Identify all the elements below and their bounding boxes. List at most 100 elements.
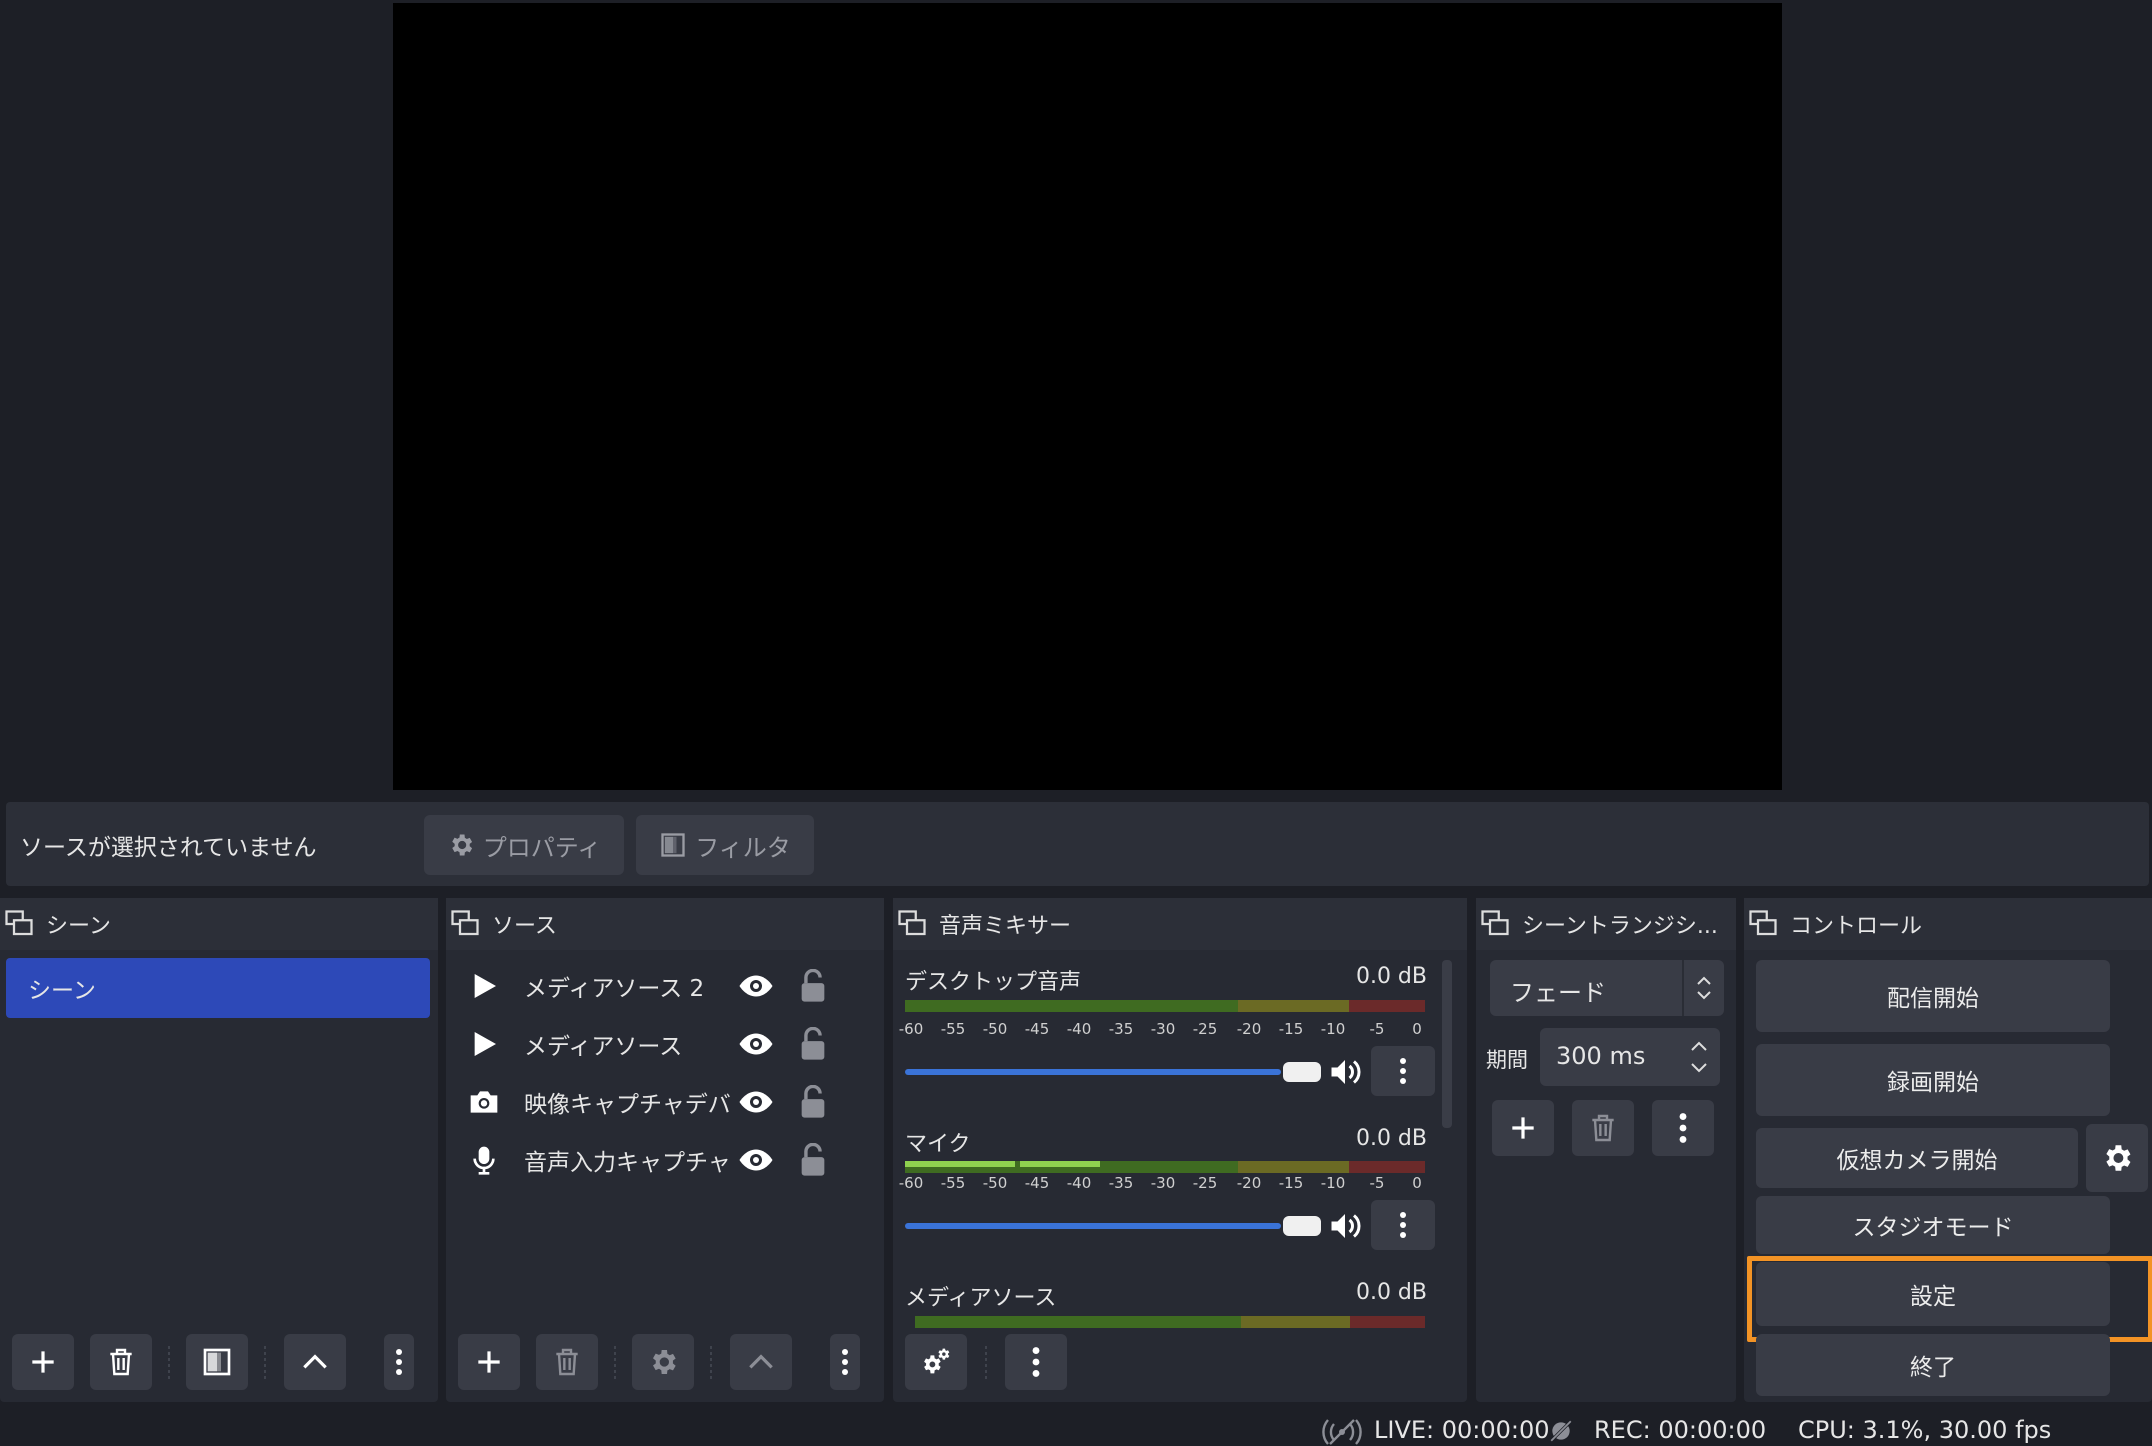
plus-icon <box>1512 1117 1534 1139</box>
scene-list-item[interactable]: シーン <box>6 958 430 1018</box>
scale-tick: -15 <box>1278 1020 1304 1038</box>
scene-transitions-dock-header[interactable]: シーントランジシ... <box>1476 898 1736 950</box>
start-streaming-button[interactable]: 配信開始 <box>1756 960 2110 1032</box>
dock-float-icon[interactable] <box>1748 909 1778 939</box>
spin-arrows-icon[interactable] <box>1688 1032 1710 1082</box>
scenes-dock-title: シーン <box>46 914 111 939</box>
unlock-icon[interactable] <box>798 1027 828 1061</box>
dock-float-icon[interactable] <box>450 909 480 939</box>
scale-tick: -20 <box>1236 1174 1262 1192</box>
scene-transitions-dock: シーントランジシ... フェード 期間 300 ms <box>1476 898 1736 1402</box>
transition-select[interactable]: フェード <box>1490 960 1724 1016</box>
scale-tick: -5 <box>1369 1174 1385 1192</box>
filters-button[interactable]: フィルタ <box>636 815 814 875</box>
controls-dock: コントロール 配信開始 録画開始 仮想カメラ開始 スタジオモード 設定 終了 <box>1744 898 2152 1402</box>
dock-float-icon[interactable] <box>897 909 927 939</box>
volume-meter <box>915 1316 1425 1328</box>
eye-icon[interactable] <box>738 968 774 1004</box>
sources-dock-header[interactable]: ソース <box>446 898 884 950</box>
controls-dock-header[interactable]: コントロール <box>1744 898 2152 950</box>
dock-float-icon[interactable] <box>1480 909 1510 939</box>
live-time: LIVE: 00:00:00 <box>1374 1416 1550 1444</box>
source-properties-button[interactable] <box>632 1334 694 1390</box>
dock-float-icon[interactable] <box>4 909 34 939</box>
add-scene-button[interactable] <box>12 1334 74 1390</box>
add-transition-button[interactable] <box>1492 1100 1554 1156</box>
remove-transition-button[interactable] <box>1572 1100 1634 1156</box>
mixer-channel-name: デスクトップ音声 <box>905 970 1082 995</box>
source-name: メディアソース 2 <box>524 976 705 1002</box>
chevron-updown-icon <box>1697 976 1711 1000</box>
volume-slider-handle[interactable] <box>1283 1062 1321 1082</box>
source-name: メディアソース <box>524 1034 683 1060</box>
duration-spinbox[interactable]: 300 ms <box>1540 1028 1720 1086</box>
settings-button[interactable]: 設定 <box>1756 1262 2110 1326</box>
remove-source-button[interactable] <box>536 1334 598 1390</box>
more-vertical-icon <box>1400 1058 1406 1084</box>
volume-slider[interactable] <box>905 1223 1281 1229</box>
status-bar: LIVE: 00:00:00 REC: 00:00:00 CPU: 3.1%, … <box>0 1406 2152 1446</box>
remove-scene-button[interactable] <box>90 1334 152 1390</box>
unlock-icon[interactable] <box>798 969 828 1003</box>
chevron-up-icon <box>749 1354 773 1369</box>
eye-icon[interactable] <box>738 1084 774 1120</box>
studio-mode-button[interactable]: スタジオモード <box>1756 1196 2110 1254</box>
unlock-icon[interactable] <box>798 1085 828 1119</box>
eye-icon[interactable] <box>738 1142 774 1178</box>
scale-tick: -25 <box>1192 1020 1218 1038</box>
advanced-audio-properties-button[interactable] <box>905 1334 967 1390</box>
exit-button[interactable]: 終了 <box>1756 1334 2110 1396</box>
start-virtual-camera-button[interactable]: 仮想カメラ開始 <box>1756 1128 2078 1188</box>
volume-slider[interactable] <box>905 1069 1281 1075</box>
scenes-more-button[interactable] <box>384 1334 414 1390</box>
sources-dock-title: ソース <box>492 914 557 939</box>
scale-tick: -35 <box>1108 1174 1134 1192</box>
move-scene-up-button[interactable] <box>284 1334 346 1390</box>
volume-meter <box>905 1000 1425 1012</box>
scenes-toolbar <box>0 1334 438 1394</box>
rec-disabled-icon <box>1550 1420 1572 1442</box>
scale-tick: -30 <box>1150 1174 1176 1192</box>
source-list-item[interactable]: 映像キャプチャデバ <box>446 1074 884 1130</box>
source-name: 映像キャプチャデバ <box>524 1092 731 1118</box>
scene-filters-button[interactable] <box>186 1334 248 1390</box>
start-recording-button[interactable]: 録画開始 <box>1756 1044 2110 1116</box>
scale-tick: -50 <box>982 1020 1008 1038</box>
more-vertical-icon <box>1679 1113 1687 1143</box>
move-source-up-button[interactable] <box>730 1334 792 1390</box>
eye-icon[interactable] <box>738 1026 774 1062</box>
transition-more-button[interactable] <box>1652 1100 1714 1156</box>
source-list-item[interactable]: 音声入力キャプチャ <box>446 1132 884 1188</box>
scale-tick: 0 <box>1412 1174 1422 1192</box>
microphone-icon <box>473 1146 495 1175</box>
audio-mixer-dock-header[interactable]: 音声ミキサー <box>893 898 1467 950</box>
toolbar-separator <box>264 1346 266 1380</box>
sources-more-button[interactable] <box>830 1334 860 1390</box>
mixer-channel-more-button[interactable] <box>1371 1046 1435 1096</box>
more-vertical-icon <box>1400 1212 1406 1238</box>
source-list-item[interactable]: メディアソース 2 <box>446 958 884 1014</box>
scenes-dock-header[interactable]: シーン <box>0 898 438 950</box>
scale-tick: -50 <box>982 1174 1008 1192</box>
speaker-icon[interactable] <box>1327 1208 1363 1244</box>
preview-canvas[interactable] <box>393 3 1782 790</box>
more-vertical-icon <box>842 1349 848 1375</box>
volume-slider-handle[interactable] <box>1283 1216 1321 1236</box>
unlock-icon[interactable] <box>798 1143 828 1177</box>
filter-icon <box>203 1348 231 1376</box>
source-list-item[interactable]: メディアソース <box>446 1016 884 1072</box>
properties-button[interactable]: プロパティ <box>424 815 624 875</box>
gear-icon <box>2106 1145 2131 1171</box>
mixer-scrollbar[interactable] <box>1442 960 1452 1128</box>
trash-icon <box>556 1348 578 1376</box>
trash-icon <box>1592 1114 1614 1142</box>
speaker-icon[interactable] <box>1327 1054 1363 1090</box>
mixer-channel-more-button[interactable] <box>1371 1200 1435 1250</box>
mixer-toolbar <box>893 1334 1467 1394</box>
mixer-more-button[interactable] <box>1005 1334 1067 1390</box>
toolbar-separator <box>168 1346 170 1380</box>
no-source-selected-label: ソースが選択されていません <box>20 835 317 861</box>
add-source-button[interactable] <box>458 1334 520 1390</box>
virtual-camera-settings-button[interactable] <box>2086 1124 2148 1192</box>
cpu-fps: CPU: 3.1%, 30.00 fps <box>1798 1416 2052 1444</box>
